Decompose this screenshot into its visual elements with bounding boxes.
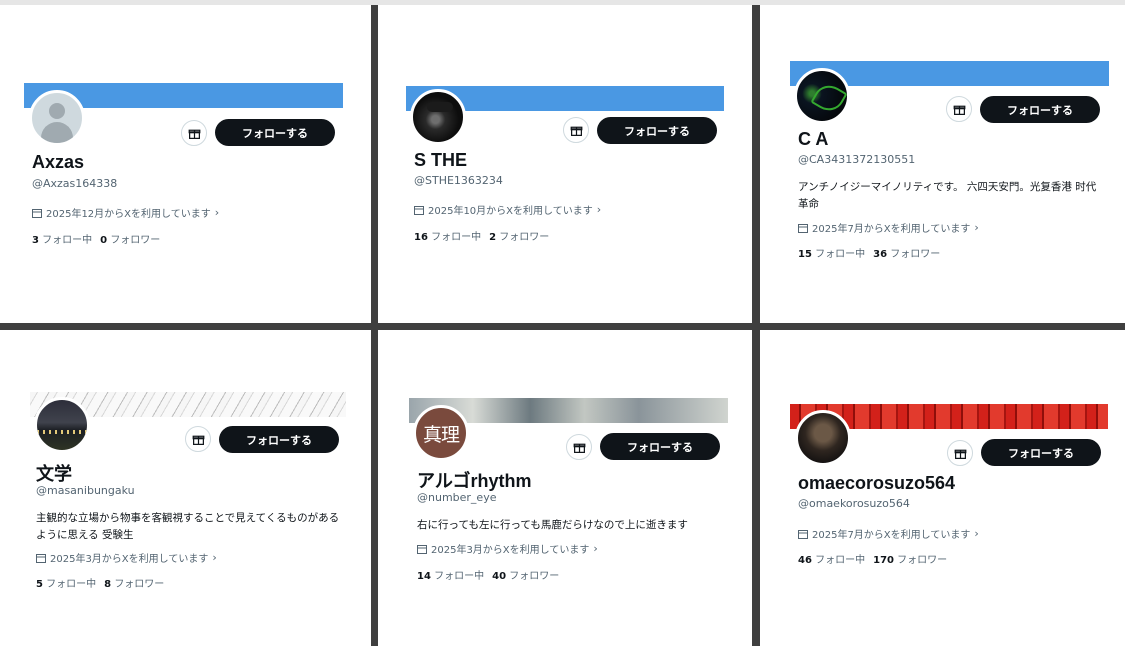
follow-stats[interactable]: 15 フォロー中 36 フォロワー (798, 245, 940, 260)
following-label: フォロー中 (815, 555, 866, 566)
follow-stats[interactable]: 5 フォロー中 8 フォロワー (36, 575, 164, 590)
following-label: フォロー中 (42, 235, 93, 246)
joined-date[interactable]: 2025年10月からXを利用しています › (414, 202, 601, 217)
display-name: C A (798, 129, 829, 149)
joined-text: 2025年7月からXを利用しています (812, 530, 971, 541)
profile-bio: 右に行っても左に行っても馬鹿だらけなので上に逝きます (417, 519, 688, 531)
following-count: 5 (36, 579, 43, 590)
joined-date[interactable]: 2025年12月からXを利用しています › (32, 205, 219, 220)
user-handle: @masanibungaku (36, 484, 135, 497)
display-name: 文学 (36, 464, 72, 484)
follow-button[interactable]: フォローする (981, 439, 1101, 466)
profile-card: フォローする S THE @STHE1363234 2025年10月からXを利用… (378, 5, 752, 323)
profile-card: フォローする C A @CA3431372130551 アンチノイジーマイノリテ… (760, 5, 1125, 323)
display-name: omaecorosuzo564 (798, 473, 956, 493)
avatar[interactable] (795, 410, 851, 466)
avatar[interactable] (794, 68, 850, 124)
avatar[interactable] (34, 397, 90, 453)
avatar-text: 真理 (422, 423, 460, 446)
profile-grid: フォローする Axzas @Axzas164338 2025年12月からXを利用… (0, 5, 1125, 646)
joined-text: 2025年10月からXを利用しています (428, 206, 593, 217)
chevron-right-icon: › (214, 206, 220, 219)
chevron-right-icon: › (593, 542, 598, 555)
chevron-right-icon: › (596, 203, 602, 216)
display-name: Axzas (32, 152, 85, 172)
following-count: 14 (417, 571, 431, 582)
gift-icon[interactable] (947, 440, 973, 466)
display-name: アルゴrhythm (417, 471, 532, 491)
chevron-right-icon: › (974, 527, 979, 540)
followers-label: フォロワー (509, 571, 560, 582)
followers-label: フォロワー (897, 555, 948, 566)
follow-button[interactable]: フォローする (215, 119, 335, 146)
followers-label: フォロワー (110, 235, 161, 246)
follow-button[interactable]: フォローする (980, 96, 1100, 123)
calendar-icon (36, 553, 46, 563)
gift-icon[interactable] (563, 117, 589, 143)
followers-count: 170 (873, 555, 894, 566)
follow-stats[interactable]: 3 フォロー中 0 フォロワー (32, 231, 160, 246)
avatar[interactable] (410, 89, 466, 145)
following-label: フォロー中 (46, 579, 97, 590)
chevron-right-icon: › (212, 551, 217, 564)
joined-date[interactable]: 2025年7月からXを利用しています › (798, 526, 979, 541)
joined-text: 2025年12月からXを利用しています (46, 209, 211, 220)
user-handle: @CA3431372130551 (798, 153, 916, 166)
user-handle: @Axzas164338 (32, 177, 118, 190)
followers-count: 40 (492, 571, 507, 582)
avatar[interactable]: 真理 (413, 405, 469, 461)
follow-button[interactable]: フォローする (600, 433, 720, 460)
follow-button[interactable]: フォローする (219, 426, 339, 453)
following-count: 16 (414, 232, 428, 243)
followers-label: フォロワー (499, 232, 550, 243)
follow-stats[interactable]: 16 フォロー中 2 フォロワー (414, 228, 549, 243)
calendar-icon (798, 223, 808, 233)
user-handle: @number_eye (417, 491, 497, 504)
chevron-right-icon: › (974, 221, 979, 234)
profile-card: 真理 フォローする アルゴrhythm @number_eye 右に行っても左に… (378, 330, 752, 646)
default-avatar-icon[interactable] (29, 90, 85, 146)
display-name: S THE (414, 150, 468, 170)
profile-bio: 主観的な立場から物事を客観視することで見えてくるものがあるように思える 受験生 (36, 512, 340, 541)
joined-text: 2025年3月からXを利用しています (431, 545, 590, 556)
gift-icon[interactable] (566, 434, 592, 460)
followers-count: 8 (104, 579, 112, 590)
following-label: フォロー中 (431, 232, 482, 243)
following-count: 46 (798, 555, 812, 566)
following-label: フォロー中 (815, 249, 866, 260)
followers-count: 0 (100, 235, 108, 246)
user-handle: @omaekorosuzo564 (798, 497, 910, 510)
follow-stats[interactable]: 14 フォロー中 40 フォロワー (417, 567, 559, 582)
joined-date[interactable]: 2025年7月からXを利用しています › (798, 220, 979, 235)
following-label: フォロー中 (434, 571, 485, 582)
followers-count: 2 (489, 232, 497, 243)
joined-text: 2025年3月からXを利用しています (50, 554, 209, 565)
gift-icon[interactable] (185, 426, 211, 452)
calendar-icon (32, 208, 42, 218)
gift-icon[interactable] (946, 96, 972, 122)
user-handle: @STHE1363234 (414, 174, 503, 187)
following-count: 15 (798, 249, 812, 260)
profile-bio: アンチノイジーマイノリティです。 六四天安門。光复香港 时代革命 (798, 181, 1097, 210)
profile-card: フォローする Axzas @Axzas164338 2025年12月からXを利用… (0, 5, 371, 323)
joined-text: 2025年7月からXを利用しています (812, 224, 971, 235)
gift-icon[interactable] (181, 120, 207, 146)
joined-date[interactable]: 2025年3月からXを利用しています › (36, 550, 217, 565)
calendar-icon (414, 205, 424, 215)
calendar-icon (417, 544, 427, 554)
followers-count: 36 (873, 249, 888, 260)
follow-button[interactable]: フォローする (597, 117, 717, 144)
profile-card: フォローする omaecorosuzo564 @omaekorosuzo564 … (760, 330, 1125, 646)
followers-label: フォロワー (114, 579, 165, 590)
followers-label: フォロワー (890, 249, 941, 260)
following-count: 3 (32, 235, 39, 246)
profile-card: フォローする 文学 @masanibungaku 主観的な立場から物事を客観視す… (0, 330, 371, 646)
joined-date[interactable]: 2025年3月からXを利用しています › (417, 541, 598, 556)
calendar-icon (798, 529, 808, 539)
follow-stats[interactable]: 46 フォロー中 170 フォロワー (798, 551, 947, 566)
